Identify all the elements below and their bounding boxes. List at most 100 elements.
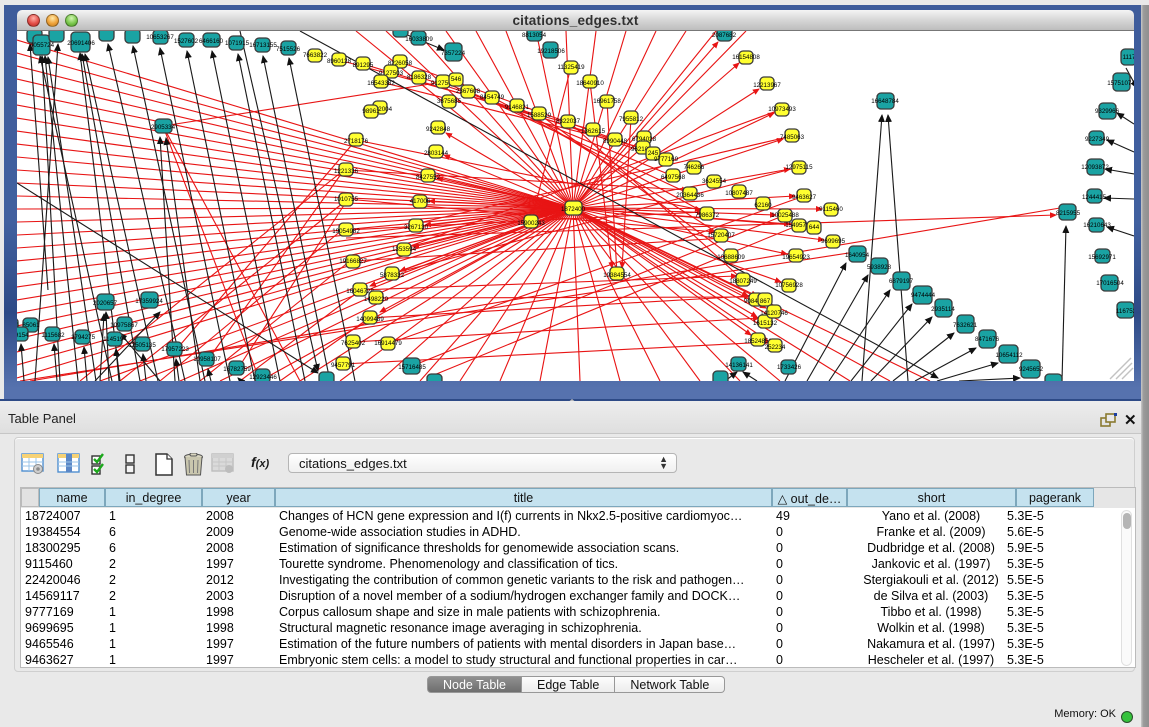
svg-text:9245652: 9245652 — [1019, 366, 1044, 373]
svg-text:2803144: 2803144 — [424, 150, 449, 157]
svg-text:891295: 891295 — [353, 62, 374, 69]
svg-text:8454749: 8454749 — [480, 94, 505, 101]
svg-text:9329966: 9329966 — [1095, 108, 1120, 115]
svg-text:18807249: 18807249 — [729, 278, 757, 285]
svg-text:19654923: 19654923 — [782, 254, 810, 261]
svg-text:1071915: 1071915 — [225, 40, 250, 47]
svg-text:1353594: 1353594 — [392, 246, 417, 253]
svg-text:2718176: 2718176 — [344, 138, 369, 145]
svg-text:10975867: 10975867 — [110, 322, 138, 329]
svg-text:8990448: 8990448 — [603, 138, 628, 145]
svg-text:16543382: 16543382 — [367, 80, 395, 87]
svg-text:18640910: 18640910 — [576, 80, 604, 87]
svg-text:9777169: 9777169 — [654, 156, 679, 163]
svg-text:8322037: 8322037 — [556, 118, 581, 125]
svg-text:39154: 39154 — [17, 332, 29, 339]
svg-text:5938928: 5938928 — [867, 264, 892, 271]
svg-text:6497568: 6497568 — [661, 174, 686, 181]
svg-text:9699695: 9699695 — [821, 238, 846, 245]
svg-text:6879197: 6879197 — [889, 278, 914, 285]
svg-text:9227349: 9227349 — [1085, 136, 1110, 143]
svg-text:1615132: 1615132 — [753, 320, 778, 327]
svg-text:7485063: 7485063 — [780, 134, 805, 141]
svg-text:2087682: 2087682 — [712, 32, 737, 39]
svg-text:16914479: 16914479 — [374, 340, 402, 347]
svg-text:3624554: 3624554 — [702, 178, 727, 185]
svg-text:9242848: 9242848 — [426, 126, 451, 133]
svg-text:1115682: 1115682 — [41, 332, 65, 339]
svg-text:10688609: 10688609 — [717, 254, 745, 261]
svg-text:16154808: 16154808 — [732, 54, 760, 61]
svg-text:15720407: 15720407 — [707, 232, 735, 239]
svg-text:14120746: 14120746 — [760, 310, 788, 317]
svg-text:15900243: 15900243 — [517, 220, 545, 227]
svg-text:19384554: 19384554 — [603, 272, 631, 279]
svg-text:8215955: 8215955 — [1056, 210, 1081, 217]
svg-text:1733426: 1733426 — [777, 364, 802, 371]
svg-text:7632621: 7632621 — [953, 322, 978, 329]
svg-text:1498220: 1498220 — [364, 296, 389, 303]
svg-text:10025488: 10025488 — [771, 212, 799, 219]
svg-text:9115460: 9115460 — [819, 206, 843, 213]
svg-text:7986372: 7986372 — [695, 212, 720, 219]
svg-text:8471676: 8471676 — [975, 336, 1000, 343]
svg-text:17016504: 17016504 — [1096, 280, 1124, 287]
svg-text:15716485: 15716485 — [398, 364, 426, 371]
svg-text:14099489: 14099489 — [356, 316, 384, 323]
svg-text:17359924: 17359924 — [135, 298, 163, 305]
svg-text:10807487: 10807487 — [725, 190, 753, 197]
svg-text:417006: 417006 — [410, 198, 431, 205]
svg-text:1362615: 1362615 — [581, 128, 606, 135]
svg-text:16648784: 16648784 — [871, 98, 899, 105]
svg-text:2020657: 2020657 — [93, 300, 118, 307]
svg-text:10973493: 10973493 — [768, 106, 796, 113]
svg-text:1794275: 1794275 — [71, 334, 96, 341]
svg-text:1221336: 1221336 — [334, 168, 359, 175]
svg-text:14136141: 14136141 — [725, 362, 753, 369]
svg-text:116753: 116753 — [1116, 308, 1134, 315]
svg-text:16782759: 16782759 — [223, 366, 251, 373]
svg-text:16033809: 16033809 — [405, 36, 433, 43]
svg-text:644: 644 — [809, 224, 820, 231]
svg-text:15751074: 15751074 — [1107, 80, 1134, 87]
svg-text:1640954: 1640954 — [845, 252, 870, 259]
svg-text:10654112: 10654112 — [995, 352, 1023, 359]
svg-text:7663822: 7663822 — [303, 52, 328, 59]
svg-text:12975115: 12975115 — [785, 164, 813, 171]
svg-text:16210643: 16210643 — [1083, 222, 1111, 229]
svg-text:8427552: 8427552 — [416, 174, 441, 181]
svg-text:20364436: 20364436 — [676, 192, 704, 199]
svg-text:19054982: 19054982 — [332, 228, 360, 235]
svg-text:1872400: 1872400 — [561, 206, 586, 213]
svg-text:1117: 1117 — [1123, 54, 1134, 61]
svg-text:9474444: 9474444 — [911, 292, 936, 299]
svg-text:5878332: 5878332 — [380, 272, 405, 279]
svg-text:252234: 252234 — [765, 344, 786, 351]
svg-text:9457791: 9457791 — [331, 362, 356, 369]
svg-text:4055724: 4055724 — [30, 42, 55, 49]
svg-text:6466160: 6466160 — [199, 38, 224, 45]
svg-text:12923446: 12923446 — [249, 374, 277, 381]
svg-text:7625402: 7625402 — [341, 340, 366, 347]
svg-text:2367608: 2367608 — [456, 88, 481, 95]
svg-text:746266: 746266 — [684, 164, 705, 171]
svg-text:8960128: 8960128 — [327, 58, 352, 65]
svg-text:1010755: 1010755 — [334, 196, 359, 203]
svg-text:2905334: 2905334 — [151, 124, 176, 131]
svg-text:1588520: 1588520 — [527, 112, 552, 119]
svg-text:19166827: 19166827 — [339, 258, 367, 265]
svg-text:546: 546 — [451, 76, 462, 83]
svg-text:9463627: 9463627 — [792, 194, 817, 201]
svg-text:19218506: 19218506 — [537, 48, 565, 55]
svg-text:1244415: 1244415 — [1082, 194, 1107, 201]
svg-text:7955812: 7955812 — [619, 116, 644, 123]
svg-text:1145194: 1145194 — [103, 336, 127, 343]
svg-text:10653267: 10653267 — [146, 34, 174, 41]
svg-text:2935114: 2935114 — [931, 306, 955, 313]
svg-text:3267130: 3267130 — [404, 224, 429, 231]
svg-text:867: 867 — [760, 298, 771, 305]
svg-text:98961: 98961 — [362, 108, 380, 115]
svg-text:10958107: 10958107 — [193, 356, 221, 363]
svg-text:9146821: 9146821 — [505, 104, 530, 111]
svg-text:62160: 62160 — [754, 202, 772, 209]
